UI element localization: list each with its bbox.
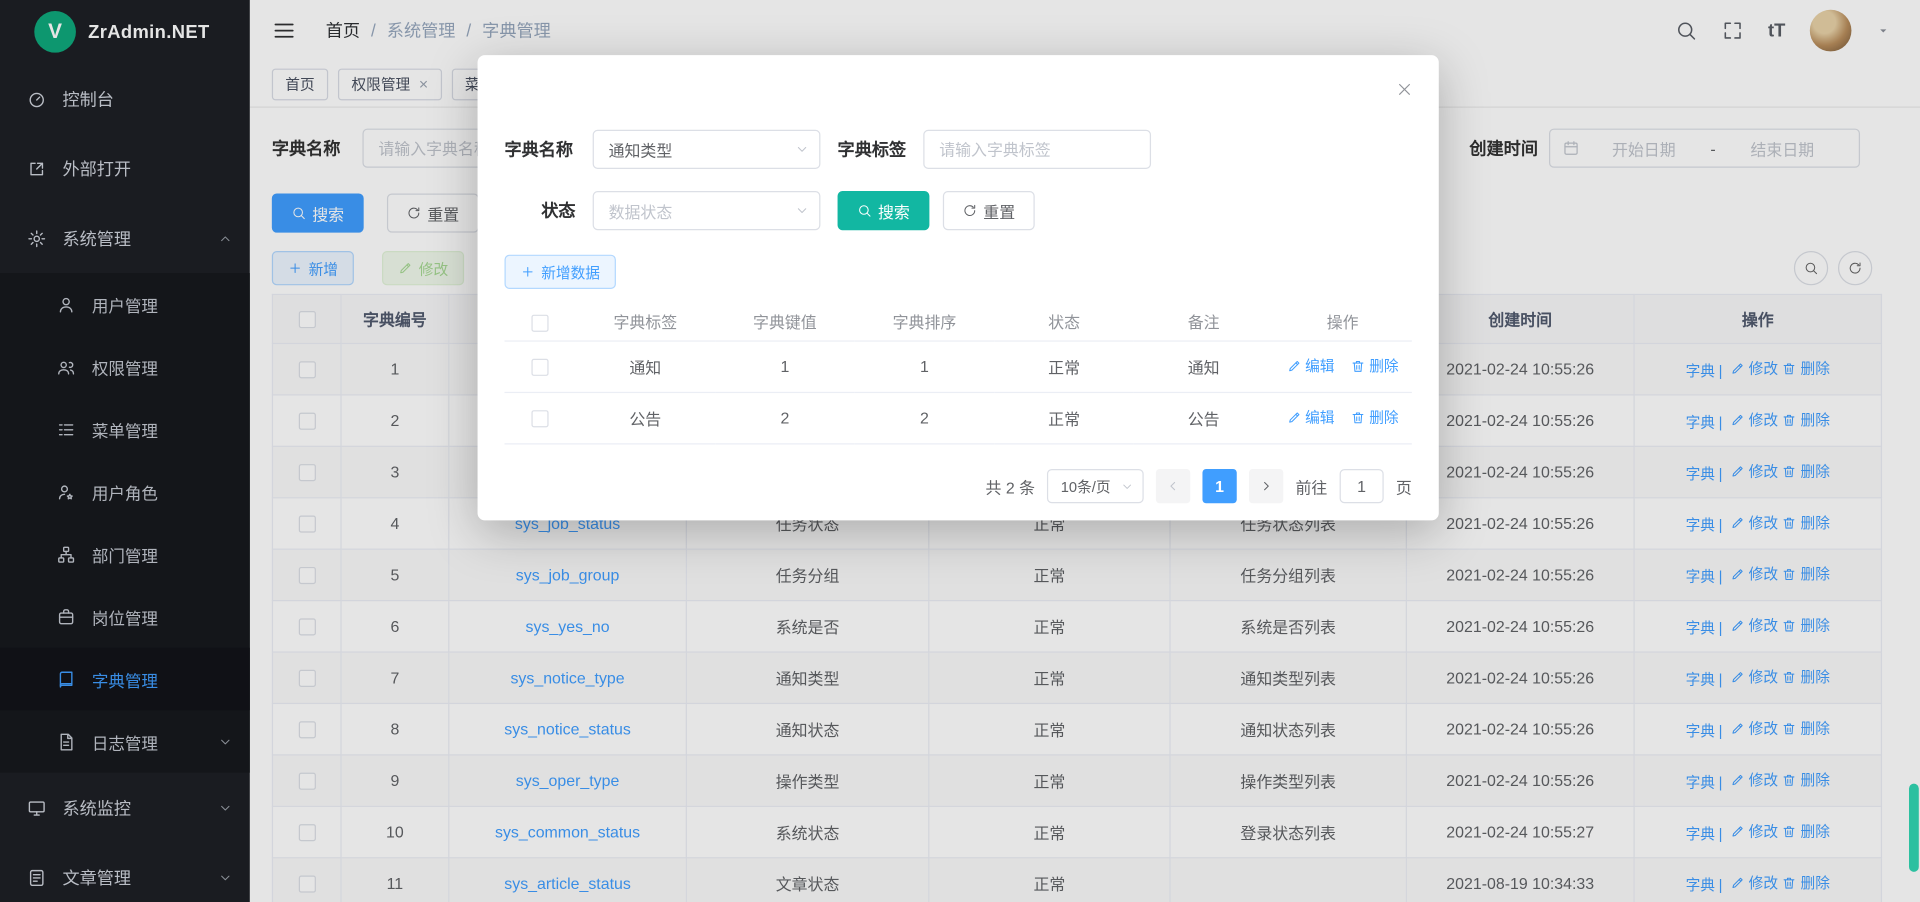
goto-label: 前往 [1295,474,1327,497]
refresh-icon [962,203,977,218]
col-dict-value: 字典键值 [715,304,855,341]
select-all-checkbox[interactable] [531,314,548,331]
row-checkbox[interactable] [531,410,548,427]
status-cell: 正常 [994,392,1134,443]
dict-label-cell: 通知 [576,340,716,391]
edit-link[interactable]: 编辑 [1287,355,1335,376]
page-size-value: 10条/页 [1061,476,1111,497]
delete-icon [1351,358,1366,373]
pagination-total: 共 2 条 [985,474,1035,497]
close-icon[interactable] [1395,80,1415,100]
edit-icon [1287,358,1302,373]
search-icon [857,203,872,218]
dict-value-cell: 1 [715,340,855,391]
prev-page-button[interactable] [1156,469,1190,503]
dialog-pagination: 共 2 条 10条/页 1 前往 页 [504,469,1411,503]
dialog-dict-name-label: 字典名称 [504,130,573,169]
col-dict-sort: 字典排序 [855,304,995,341]
col-status: 状态 [994,304,1134,341]
chevron-down-icon [795,203,810,218]
dialog-status-select[interactable]: 数据状态 [593,191,821,230]
dialog-table-row: 公告 2 2 正常 公告 编辑 删除 [504,392,1411,443]
dialog-dict-name-select[interactable]: 通知类型 [593,130,821,169]
chevron-left-icon [1166,479,1181,494]
plus-icon [520,264,535,279]
dialog-add-data-label: 新增数据 [541,261,600,282]
status-cell: 正常 [994,340,1134,391]
edit-icon [1287,410,1302,425]
col-ops: 操作 [1273,304,1411,341]
delete-link-label: 删除 [1369,407,1398,428]
dialog-dict-label-input[interactable] [923,130,1151,169]
select-placeholder: 数据状态 [609,199,673,222]
dict-data-dialog: 字典名称 通知类型 字典标签 状态 数据状态 搜索 重置 新增数据 [478,55,1439,520]
current-page-button[interactable]: 1 [1202,469,1236,503]
dict-sort-cell: 1 [855,340,995,391]
delete-link[interactable]: 删除 [1351,355,1399,376]
row-checkbox[interactable] [531,359,548,376]
chevron-right-icon [1259,479,1274,494]
delete-icon [1351,410,1366,425]
goto-page-input[interactable] [1340,469,1384,503]
dialog-status-label: 状态 [504,191,575,230]
dialog-table-header-row: 字典标签 字典键值 字典排序 状态 备注 操作 [504,304,1411,341]
delete-link-label: 删除 [1369,355,1398,376]
edit-link-label: 编辑 [1305,407,1334,428]
chevron-down-icon [1120,479,1133,492]
col-dict-label: 字典标签 [576,304,716,341]
scrollbar-thumb[interactable] [1909,784,1919,872]
page-size-select[interactable]: 10条/页 [1047,469,1143,503]
dialog-dict-data-table: 字典标签 字典键值 字典排序 状态 备注 操作 通知 1 1 正常 [504,304,1411,444]
remark-cell: 公告 [1134,392,1274,443]
dialog-table-row: 通知 1 1 正常 通知 编辑 删除 [504,340,1411,391]
dialog-reset-button-label: 重置 [983,199,1015,222]
dialog-reset-button[interactable]: 重置 [943,191,1035,230]
next-page-button[interactable] [1249,469,1283,503]
dialog-search-button-label: 搜索 [878,199,910,222]
dict-sort-cell: 2 [855,392,995,443]
chevron-down-icon [795,142,810,157]
delete-link[interactable]: 删除 [1351,407,1399,428]
edit-link[interactable]: 编辑 [1287,407,1335,428]
select-value: 通知类型 [609,138,673,161]
dict-value-cell: 2 [715,392,855,443]
page-unit-label: 页 [1396,474,1412,497]
dialog-search-button[interactable]: 搜索 [838,191,930,230]
scrollbar [1909,0,1919,902]
dict-label-cell: 公告 [576,392,716,443]
remark-cell: 通知 [1134,340,1274,391]
edit-link-label: 编辑 [1305,355,1334,376]
col-remark: 备注 [1134,304,1274,341]
dialog-dict-label-label: 字典标签 [838,130,907,169]
dialog-add-data-button[interactable]: 新增数据 [504,255,615,289]
app-window: V ZrAdmin.NET 控制台 外部打开 系统管理 用户管理 [0,0,1920,902]
